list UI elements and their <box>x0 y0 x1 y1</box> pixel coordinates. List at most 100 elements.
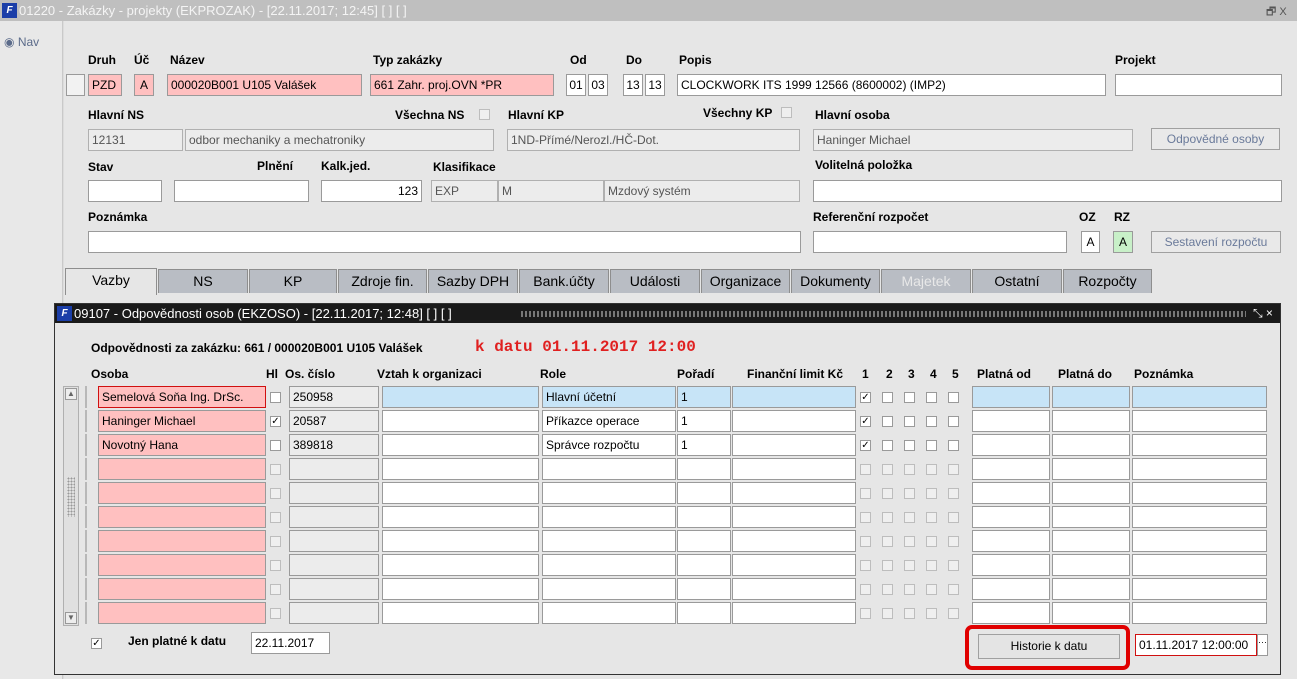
cell-do[interactable] <box>1052 554 1130 576</box>
flag-3-checkbox[interactable] <box>904 584 915 595</box>
cell-od[interactable] <box>972 458 1050 480</box>
date-picker-button[interactable]: ··· <box>1257 634 1268 656</box>
flag-1-checkbox[interactable]: ✓ <box>860 416 871 427</box>
odpovedne-osoby-button[interactable]: Odpovědné osoby <box>1151 128 1280 150</box>
klasifikace-name-field[interactable]: Mzdový systém <box>604 180 800 202</box>
cell-od[interactable] <box>972 434 1050 456</box>
tab-dokumenty[interactable]: Dokumenty <box>791 269 880 293</box>
record-indicator[interactable] <box>66 74 85 96</box>
cell-pozn[interactable] <box>1132 602 1267 624</box>
cell-osoba[interactable] <box>98 578 266 600</box>
flag-5-checkbox[interactable] <box>948 392 959 403</box>
flag-5-checkbox[interactable] <box>948 536 959 547</box>
cell-pozn[interactable] <box>1132 554 1267 576</box>
flag-2-checkbox[interactable] <box>882 416 893 427</box>
cell-osoba[interactable] <box>98 602 266 624</box>
hl-checkbox[interactable] <box>270 392 281 403</box>
flag-4-checkbox[interactable] <box>926 440 937 451</box>
flag-5-checkbox[interactable] <box>948 512 959 523</box>
flag-5-checkbox[interactable] <box>948 488 959 499</box>
od-month-field[interactable]: 03 <box>588 74 608 96</box>
tab-ostatni[interactable]: Ostatní <box>972 269 1062 293</box>
cell-vztah[interactable] <box>382 554 539 576</box>
tab-ns[interactable]: NS <box>158 269 248 293</box>
flag-3-checkbox[interactable] <box>904 440 915 451</box>
cell-role[interactable] <box>542 602 676 624</box>
cell-do[interactable] <box>1052 434 1130 456</box>
tab-zdroje-fin[interactable]: Zdroje fin. <box>338 269 427 293</box>
cell-do[interactable] <box>1052 386 1130 408</box>
od-day-field[interactable]: 01 <box>566 74 586 96</box>
cell-role[interactable] <box>542 506 676 528</box>
cell-poradi[interactable] <box>677 602 731 624</box>
flag-5-checkbox[interactable] <box>948 416 959 427</box>
cell-od[interactable] <box>972 602 1050 624</box>
cell-vztah[interactable] <box>382 578 539 600</box>
popis-field[interactable]: CLOCKWORK ITS 1999 12566 (8600002) (IMP2… <box>677 74 1106 96</box>
cell-vztah[interactable] <box>382 434 539 456</box>
cell-osoba[interactable] <box>98 554 266 576</box>
cell-vztah[interactable] <box>382 482 539 504</box>
flag-2-checkbox[interactable] <box>882 488 893 499</box>
hlavni-osoba-field[interactable]: Haninger Michael <box>813 129 1133 151</box>
flag-2-checkbox[interactable] <box>882 560 893 571</box>
cell-vztah[interactable] <box>382 458 539 480</box>
flag-2-checkbox[interactable] <box>882 512 893 523</box>
flag-1-checkbox[interactable] <box>860 536 871 547</box>
cell-limit[interactable] <box>732 458 856 480</box>
cell-role[interactable]: Správce rozpočtu <box>542 434 676 456</box>
cell-osoba[interactable]: Semelová Soňa Ing. DrSc. <box>98 386 266 408</box>
cell-vztah[interactable] <box>382 602 539 624</box>
volitelna-polozka-field[interactable] <box>813 180 1282 202</box>
cell-od[interactable] <box>972 530 1050 552</box>
cell-role[interactable] <box>542 482 676 504</box>
cell-poradi[interactable] <box>677 554 731 576</box>
flag-5-checkbox[interactable] <box>948 584 959 595</box>
tab-rozpocty[interactable]: Rozpočty <box>1063 269 1152 293</box>
hl-checkbox[interactable] <box>270 560 281 571</box>
cell-cislo[interactable] <box>289 602 379 624</box>
cell-do[interactable] <box>1052 602 1130 624</box>
flag-5-checkbox[interactable] <box>948 464 959 475</box>
hl-checkbox[interactable] <box>270 608 281 619</box>
oz-field[interactable]: A <box>1081 231 1100 253</box>
flag-2-checkbox[interactable] <box>882 584 893 595</box>
kalk-jed-field[interactable]: 123 <box>321 180 422 202</box>
flag-3-checkbox[interactable] <box>904 608 915 619</box>
jen-platne-date-field[interactable]: 22.11.2017 <box>251 632 330 654</box>
cell-do[interactable] <box>1052 458 1130 480</box>
scroll-down-icon[interactable]: ▼ <box>65 612 77 624</box>
cell-limit[interactable] <box>732 602 856 624</box>
ns-name-field[interactable]: odbor mechaniky a mechatroniky <box>185 129 494 151</box>
tab-udalosti[interactable]: Události <box>610 269 700 293</box>
window-controls[interactable]: 🗗 X <box>1266 3 1287 22</box>
flag-3-checkbox[interactable] <box>904 416 915 427</box>
cell-limit[interactable] <box>732 578 856 600</box>
cell-pozn[interactable] <box>1132 386 1267 408</box>
flag-4-checkbox[interactable] <box>926 584 937 595</box>
vsechna-ns-checkbox[interactable] <box>479 109 490 120</box>
flag-1-checkbox[interactable] <box>860 584 871 595</box>
cell-osoba[interactable]: Haninger Michael <box>98 410 266 432</box>
nazev-field[interactable]: 000020B001 U105 Valášek <box>167 74 362 96</box>
flag-4-checkbox[interactable] <box>926 488 937 499</box>
cell-vztah[interactable] <box>382 530 539 552</box>
hl-checkbox[interactable] <box>270 584 281 595</box>
cell-poradi[interactable]: 1 <box>677 410 731 432</box>
flag-3-checkbox[interactable] <box>904 512 915 523</box>
cell-osoba[interactable] <box>98 506 266 528</box>
cell-role[interactable] <box>542 458 676 480</box>
cell-do[interactable] <box>1052 578 1130 600</box>
hl-checkbox[interactable] <box>270 512 281 523</box>
flag-1-checkbox[interactable] <box>860 512 871 523</box>
typ-zakazky-field[interactable]: 661 Zahr. proj.OVN *PR <box>370 74 554 96</box>
ns-code-field[interactable]: 12131 <box>88 129 183 151</box>
flag-1-checkbox[interactable]: ✓ <box>860 392 871 403</box>
cell-poradi[interactable] <box>677 578 731 600</box>
poznamka-field[interactable] <box>88 231 801 253</box>
hlavni-kp-field[interactable]: 1ND-Přímé/Nerozl./HČ-Dot. <box>507 129 800 151</box>
cell-cislo[interactable]: 389818 <box>289 434 379 456</box>
cell-poradi[interactable] <box>677 530 731 552</box>
cell-cislo[interactable] <box>289 506 379 528</box>
flag-5-checkbox[interactable] <box>948 608 959 619</box>
